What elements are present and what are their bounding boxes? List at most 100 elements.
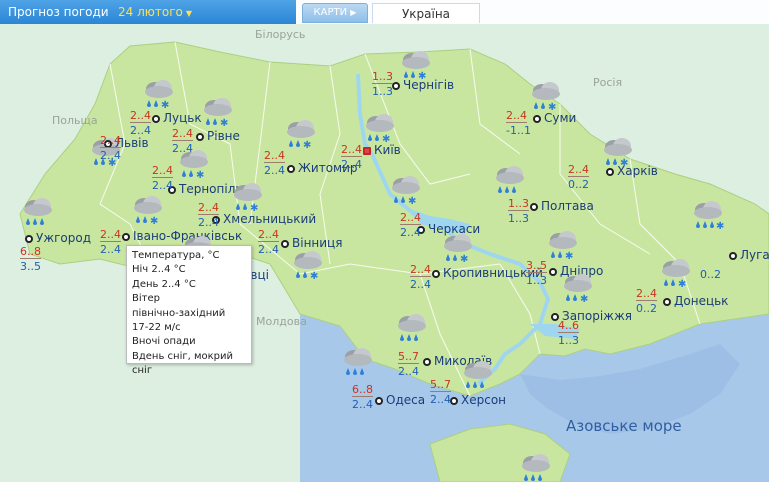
- day-temperature: 2..4: [398, 365, 419, 378]
- city-marker[interactable]: Київ: [363, 143, 401, 157]
- day-temperature: 2..4: [258, 243, 279, 256]
- label-poland: Польща: [52, 114, 98, 127]
- svg-text:✱: ✱: [150, 216, 158, 227]
- night-temperature: 3..5: [526, 259, 547, 273]
- rain-cloud-icon[interactable]: [340, 346, 376, 380]
- rain-snow-cloud-icon[interactable]: ✱: [440, 232, 476, 266]
- date-label: 24 лютого: [118, 5, 183, 19]
- night-temperature: 4..6: [558, 319, 579, 333]
- city-name: Суми: [544, 111, 577, 125]
- city-marker[interactable]: Луганськ: [729, 248, 769, 262]
- city-marker[interactable]: Полтава: [530, 199, 594, 213]
- svg-text:✱: ✱: [196, 170, 204, 181]
- city-name: Рівне: [207, 129, 240, 143]
- rain-snow-cloud-icon[interactable]: ✱: [290, 249, 326, 283]
- svg-text:✱: ✱: [460, 254, 468, 265]
- city-marker[interactable]: Харків: [606, 164, 658, 178]
- day-temperature: 0..2: [636, 302, 657, 315]
- rain-snow-cloud-icon[interactable]: ✱: [362, 112, 398, 146]
- triangle-right-icon: ▶: [350, 8, 357, 17]
- rain-snow-cloud-icon[interactable]: ✱: [658, 257, 694, 291]
- rain-cloud-icon[interactable]: [492, 164, 528, 198]
- weather-tooltip: Температура, °C Ніч 2..4 °C День 2..4 °C…: [126, 245, 252, 376]
- snow-cloud-icon[interactable]: ✱: [690, 199, 726, 233]
- city-name: Житомир: [298, 161, 358, 175]
- day-temperature: 0..2: [700, 268, 721, 281]
- night-temperature: 1..3: [372, 70, 393, 84]
- city-marker[interactable]: Одеса: [375, 393, 425, 407]
- rain-snow-cloud-icon[interactable]: ✱: [388, 174, 424, 208]
- city-marker[interactable]: Вінниця: [281, 236, 342, 250]
- night-temperature: 2..4: [172, 127, 193, 141]
- city-dot-icon: [375, 396, 383, 405]
- date-selector[interactable]: 24 лютого ▼: [118, 5, 192, 19]
- tab-maps[interactable]: КАРТИ ▶: [302, 3, 368, 23]
- night-temperature: 6..8: [20, 245, 41, 259]
- city-marker[interactable]: Хмельницький: [212, 212, 316, 226]
- tooltip-line: Ніч 2..4 °C: [132, 264, 186, 276]
- rain-snow-cloud-icon[interactable]: ✱: [200, 96, 236, 130]
- day-temperature: 2..4: [264, 164, 285, 177]
- city-marker[interactable]: Луцьк: [152, 111, 202, 125]
- city-dot-icon: [549, 267, 557, 276]
- city-name: Чернігів: [403, 78, 455, 92]
- day-temperature: 1..3: [372, 85, 393, 98]
- rain-snow-cloud-icon[interactable]: ✱: [141, 78, 177, 112]
- city-marker[interactable]: Рівне: [196, 129, 240, 143]
- city-marker[interactable]: Чернігів: [392, 78, 454, 92]
- rain-cloud-icon[interactable]: [20, 196, 56, 230]
- day-temperature: 2..4: [352, 398, 373, 411]
- tooltip-line: Вдень сніг, мокрий сніг: [132, 350, 234, 377]
- rain-snow-cloud-icon[interactable]: ✱: [130, 194, 166, 228]
- rain-snow-cloud-icon[interactable]: ✱: [230, 181, 266, 215]
- city-name: Харків: [617, 164, 658, 178]
- svg-text:✱: ✱: [565, 251, 573, 262]
- city-name: Луцьк: [163, 111, 202, 125]
- rain-cloud-icon[interactable]: [518, 452, 554, 482]
- city-marker[interactable]: Суми: [533, 111, 576, 125]
- tab-ukraine[interactable]: Україна: [372, 3, 480, 23]
- svg-text:✱: ✱: [161, 100, 169, 111]
- city-marker[interactable]: Житомир: [287, 161, 358, 175]
- day-temperature: 1..3: [558, 334, 579, 347]
- night-temperature: 2..4: [400, 211, 421, 225]
- night-temperature: 2..4: [506, 109, 527, 123]
- day-temperature: 2..4: [410, 278, 431, 291]
- svg-text:✱: ✱: [678, 279, 686, 290]
- rain-cloud-icon[interactable]: [460, 359, 496, 393]
- city-dot-icon: [432, 269, 440, 278]
- rain-snow-cloud-icon[interactable]: ✱: [545, 229, 581, 263]
- city-name: Одеса: [386, 393, 426, 407]
- city-dot-icon: [287, 164, 295, 173]
- day-temperature: 3..5: [20, 260, 41, 273]
- rain-snow-cloud-icon[interactable]: ✱: [560, 272, 596, 306]
- rain-cloud-icon[interactable]: [394, 312, 430, 346]
- night-temperature: 2..4: [341, 143, 362, 157]
- city-marker[interactable]: Донецьк: [663, 294, 728, 308]
- night-temperature: 5..7: [430, 378, 451, 392]
- tab-maps-label: КАРТИ: [313, 7, 348, 18]
- weather-map: Білорусь Польща Росія Молдова Азовське м…: [0, 24, 769, 482]
- tooltip-line: 17-22 м/с: [132, 322, 181, 334]
- city-marker[interactable]: Ужгород: [25, 231, 91, 245]
- day-temperature: 2..4: [152, 179, 173, 192]
- tooltip-line: Температура, °C: [132, 250, 220, 261]
- city-name: Вінниця: [292, 236, 343, 250]
- city-dot-icon: [606, 167, 614, 176]
- day-temperature: 1..3: [508, 212, 529, 225]
- tooltip-line: День 2..4 °C: [132, 278, 196, 290]
- city-dot-icon: [25, 234, 33, 243]
- night-temperature: 2..4: [152, 164, 173, 178]
- city-name: Донецьк: [674, 294, 729, 308]
- city-marker[interactable]: Херсон: [450, 393, 506, 407]
- city-dot-icon: [152, 114, 160, 123]
- day-temperature: -1..1: [506, 124, 531, 137]
- night-temperature: 2..4: [100, 134, 121, 148]
- rain-snow-cloud-icon[interactable]: ✱: [528, 80, 564, 114]
- night-temperature: 1..3: [508, 197, 529, 211]
- rain-snow-cloud-icon[interactable]: ✱: [283, 118, 319, 152]
- rain-snow-cloud-icon[interactable]: ✱: [176, 148, 212, 182]
- city-name: Луганськ: [740, 248, 769, 262]
- label-belarus: Білорусь: [255, 28, 306, 41]
- city-dot-icon: [533, 114, 541, 123]
